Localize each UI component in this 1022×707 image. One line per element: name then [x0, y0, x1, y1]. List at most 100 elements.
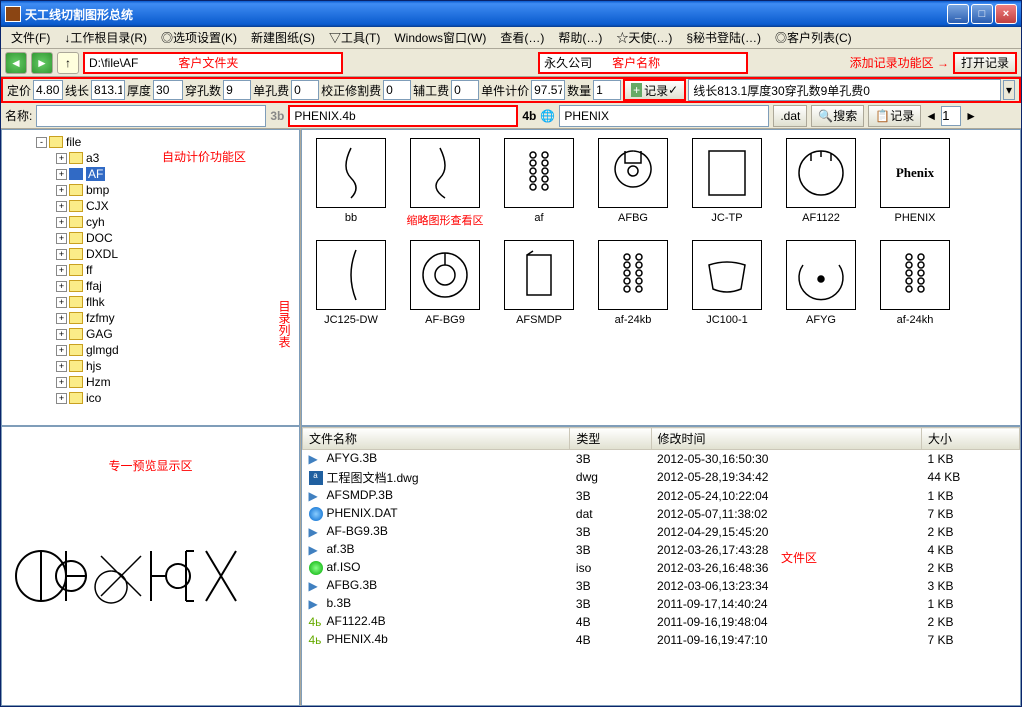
tree-item-bmp[interactable]: bmp	[86, 183, 109, 197]
thumb-AFYG[interactable]: AFYG	[780, 240, 862, 326]
menu-item-6[interactable]: 查看(…)	[494, 27, 550, 48]
tree-toggle[interactable]: +	[56, 345, 67, 356]
tree-toggle[interactable]: +	[56, 169, 67, 180]
menu-item-7[interactable]: 帮助(…)	[552, 27, 608, 48]
menu-item-0[interactable]: 文件(F)	[5, 27, 56, 48]
menu-item-3[interactable]: 新建图纸(S)	[245, 27, 321, 48]
menu-item-5[interactable]: Windows窗口(W)	[388, 27, 492, 48]
path-input[interactable]: D:\file\AF 客户文件夹	[83, 52, 343, 74]
dkf-input[interactable]	[291, 80, 319, 100]
thumb-bb[interactable]: bb	[310, 138, 392, 228]
tree-item-ff[interactable]: ff	[86, 263, 92, 277]
minimize-button[interactable]: _	[947, 4, 969, 24]
thumb-AF1122[interactable]: AF1122	[780, 138, 862, 228]
file-row[interactable]: af.ISOiso2012-03-26,16:48:362 KB	[303, 559, 1020, 577]
hd-input[interactable]	[153, 80, 183, 100]
tree-toggle[interactable]: +	[56, 377, 67, 388]
tree-item-ico[interactable]: ico	[86, 391, 101, 405]
record-button[interactable]: +记录✓	[623, 79, 686, 101]
col-header[interactable]: 大小	[922, 428, 1020, 450]
tree-root[interactable]: file	[66, 135, 81, 149]
prev-icon[interactable]: ◄	[925, 109, 937, 123]
tree-toggle[interactable]: +	[56, 281, 67, 292]
menu-item-10[interactable]: ◎客户列表(C)	[769, 27, 858, 48]
tree-item-DOC[interactable]: DOC	[86, 231, 113, 245]
file-row[interactable]: ▶AFBG.3B3B2012-03-06,13:23:343 KB	[303, 577, 1020, 595]
next-icon[interactable]: ►	[965, 109, 977, 123]
record-text-input[interactable]: 线长813.1厚度30穿孔数9单孔费0	[688, 79, 1001, 101]
name-input[interactable]	[36, 105, 266, 127]
file-row[interactable]: ▶b.3B3B2011-09-17,14:40:241 KB	[303, 595, 1020, 613]
menu-item-2[interactable]: ◎选项设置(K)	[155, 27, 243, 48]
up-button[interactable]: ↑	[57, 52, 79, 74]
thumb-af[interactable]: af	[498, 138, 580, 228]
thumb-PHENIX[interactable]: PhenixPHENIX	[874, 138, 956, 228]
tree-item-GAG[interactable]: GAG	[86, 327, 113, 341]
tree-toggle[interactable]: -	[36, 137, 47, 148]
thumb-af-24kh[interactable]: af-24kh	[874, 240, 956, 326]
menu-item-1[interactable]: ↓工作根目录(R)	[58, 27, 153, 48]
tree-item-cyh[interactable]: cyh	[86, 215, 105, 229]
page-input[interactable]	[941, 106, 961, 126]
dat-input[interactable]: PHENIX	[559, 105, 769, 127]
tree-toggle[interactable]: +	[56, 393, 67, 404]
tree-item-ffaj[interactable]: ffaj	[86, 279, 102, 293]
4b-input[interactable]: PHENIX.4b	[288, 105, 518, 127]
thumb-AFBG[interactable]: AFBG	[592, 138, 674, 228]
dat-ext-button[interactable]: .dat	[773, 105, 807, 127]
file-row[interactable]: ▶AFYG.3B3B2012-05-30,16:50:301 KB	[303, 450, 1020, 468]
tree-toggle[interactable]: +	[56, 233, 67, 244]
tree-toggle[interactable]: +	[56, 217, 67, 228]
thumb-AFSMDP[interactable]: AFSMDP	[498, 240, 580, 326]
djjj-input[interactable]	[531, 80, 565, 100]
thumb-JC125-DW[interactable]: JC125-DW	[310, 240, 392, 326]
sl-input[interactable]	[593, 80, 621, 100]
customer-input[interactable]: 永久公司 客户名称	[538, 52, 748, 74]
col-header[interactable]: 文件名称	[303, 428, 570, 450]
cks-input[interactable]	[223, 80, 251, 100]
directory-tree[interactable]: 目录列表 -file+a3+AF+bmp+CJX+cyh+DOC+DXDL+ff…	[1, 129, 300, 426]
tree-toggle[interactable]: +	[56, 249, 67, 260]
forward-button[interactable]: ►	[31, 52, 53, 74]
fgf-input[interactable]	[451, 80, 479, 100]
thumb-1[interactable]: 缩略图形查看区	[404, 138, 486, 228]
tree-item-a3[interactable]: a3	[86, 151, 99, 165]
menu-item-8[interactable]: ☆天使(…)	[610, 27, 678, 48]
maximize-button[interactable]: □	[971, 4, 993, 24]
tree-toggle[interactable]: +	[56, 265, 67, 276]
jzxgf-input[interactable]	[383, 80, 411, 100]
menu-item-4[interactable]: ▽工具(T)	[323, 27, 386, 48]
col-header[interactable]: 类型	[570, 428, 651, 450]
record2-button[interactable]: 📋记录	[868, 105, 921, 127]
file-row[interactable]: ▶AFSMDP.3B3B2012-05-24,10:22:041 KB	[303, 487, 1020, 505]
file-row[interactable]: a工程图文档1.dwgdwg2012-05-28,19:34:4244 KB	[303, 468, 1020, 487]
xc-input[interactable]	[91, 80, 125, 100]
tree-item-hjs[interactable]: hjs	[86, 359, 101, 373]
back-button[interactable]: ◄	[5, 52, 27, 74]
tree-toggle[interactable]: +	[56, 185, 67, 196]
col-header[interactable]: 修改时间	[651, 428, 922, 450]
close-button[interactable]: ×	[995, 4, 1017, 24]
tree-toggle[interactable]: +	[56, 313, 67, 324]
thumb-JC100-1[interactable]: JC100-1	[686, 240, 768, 326]
tree-item-Hzm[interactable]: Hzm	[86, 375, 111, 389]
search-button[interactable]: 🔍搜索	[811, 105, 864, 127]
file-row[interactable]: PHENIX.DATdat2012-05-07,11:38:027 KB	[303, 505, 1020, 523]
tree-toggle[interactable]: +	[56, 201, 67, 212]
file-row[interactable]: ▶AF-BG9.3B3B2012-04-29,15:45:202 KB	[303, 523, 1020, 541]
tree-toggle[interactable]: +	[56, 153, 67, 164]
file-row[interactable]: 4ьPHENIX.4b4B2011-09-16,19:47:107 KB	[303, 631, 1020, 649]
open-record-button[interactable]: 打开记录	[953, 52, 1017, 74]
tree-item-glmgd[interactable]: glmgd	[86, 343, 119, 357]
tree-item-CJX[interactable]: CJX	[86, 199, 109, 213]
tree-toggle[interactable]: +	[56, 361, 67, 372]
tree-item-flhk[interactable]: flhk	[86, 295, 105, 309]
tree-item-DXDL[interactable]: DXDL	[86, 247, 118, 261]
tree-item-AF[interactable]: AF	[86, 167, 105, 181]
file-row[interactable]: 4ьAF1122.4B4B2011-09-16,19:48:042 KB	[303, 613, 1020, 631]
file-list[interactable]: 文件名称类型修改时间大小 ▶AFYG.3B3B2012-05-30,16:50:…	[301, 426, 1021, 706]
thumb-AF-BG9[interactable]: AF-BG9	[404, 240, 486, 326]
thumb-af-24kb[interactable]: af-24kb	[592, 240, 674, 326]
dropdown-icon[interactable]: ▾	[1003, 80, 1015, 100]
tree-toggle[interactable]: +	[56, 297, 67, 308]
